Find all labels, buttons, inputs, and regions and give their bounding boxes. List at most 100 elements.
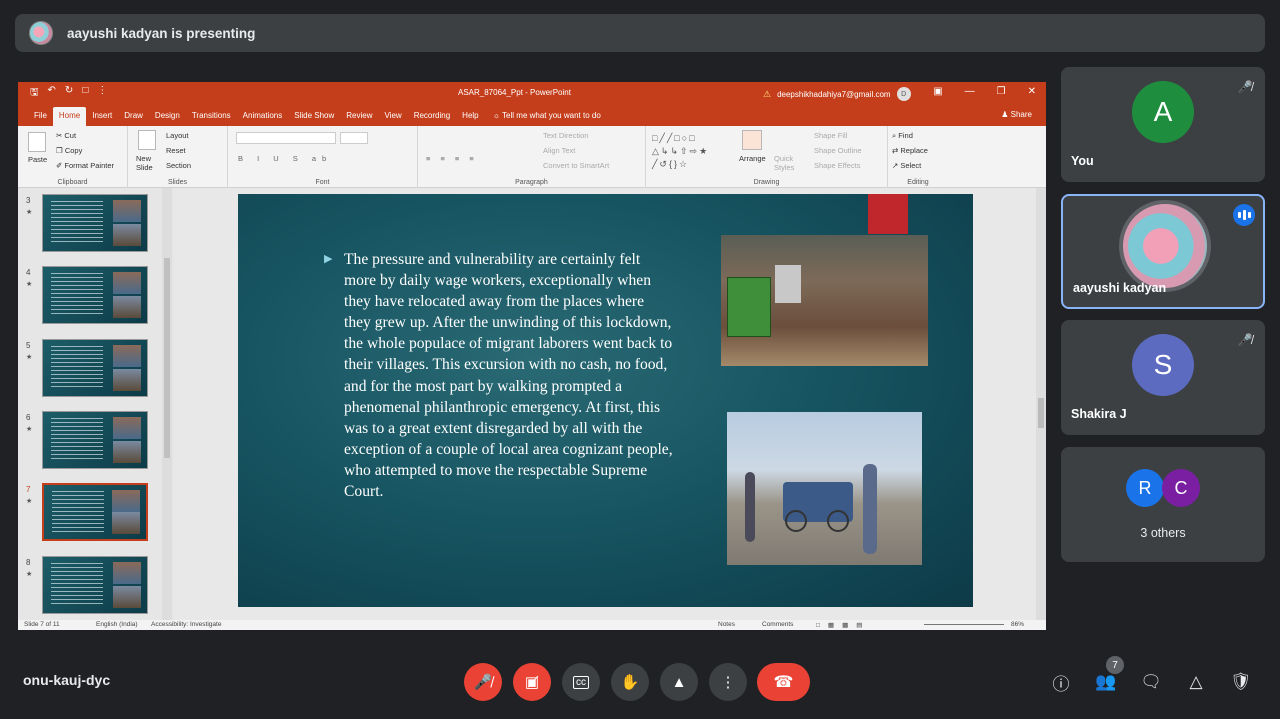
thumbnail-slide-8[interactable]: 8 ★ <box>18 554 174 616</box>
format-painter-button[interactable]: ✐ Format Painter <box>56 161 114 170</box>
redo-icon[interactable]: ↻ <box>65 85 73 102</box>
captions-button[interactable]: cc <box>562 663 600 701</box>
font-size-select[interactable] <box>340 132 368 144</box>
align-text-button[interactable]: Align Text <box>543 146 575 155</box>
accessibility-status[interactable]: Accessibility: Investigate <box>151 621 221 628</box>
align-buttons[interactable]: ≡ ≡ ≡ ≡ <box>426 154 478 163</box>
participant-tile-others[interactable]: R C 3 others <box>1061 447 1265 562</box>
cut-button[interactable]: ✂ Cut <box>56 131 76 140</box>
account-email[interactable]: deepshikhadahiya7@gmail.com <box>777 90 891 99</box>
shape-outline-button[interactable]: Shape Outline <box>814 146 862 155</box>
host-controls-button[interactable]: 🛡 <box>1227 668 1255 696</box>
tab-home[interactable]: Home <box>52 107 87 126</box>
convert-smartart-button[interactable]: Convert to SmartArt <box>543 161 609 170</box>
thumbnail-slide-4[interactable]: 4 ★ <box>18 264 174 326</box>
bullet-arrow-icon: ▶ <box>324 253 333 265</box>
meeting-details-button[interactable]: ⓘ <box>1047 668 1075 696</box>
thumbnail-image-selected[interactable] <box>42 483 148 541</box>
thumbnail-slide-7[interactable]: 7 ★ <box>18 481 174 543</box>
participant-tile-you[interactable]: A 🎤̸ You <box>1061 67 1265 182</box>
share-button[interactable]: ♟ Share <box>1001 110 1032 119</box>
tab-help[interactable]: Help <box>456 111 484 126</box>
leave-call-button[interactable]: ☎ <box>757 663 810 701</box>
shape-effects-button[interactable]: Shape Effects <box>814 161 861 170</box>
crowd-buses-photo[interactable] <box>721 235 928 366</box>
zoom-slider[interactable] <box>924 624 1004 625</box>
undo-icon[interactable]: ↶ <box>48 85 56 102</box>
tab-slide-show[interactable]: Slide Show <box>288 111 340 126</box>
more-options-button[interactable]: ⋮ <box>709 663 747 701</box>
slide-body-text[interactable]: ▶ The pressure and vulnerability are cer… <box>324 249 674 502</box>
camera-toggle-button[interactable]: ▣̸ <box>513 663 551 701</box>
speaking-indicator-icon <box>1233 204 1255 226</box>
participant-tile-aayushi[interactable]: aayushi kadyan <box>1061 194 1265 309</box>
thumbnail-scrollbar[interactable] <box>162 188 172 620</box>
thumbnail-image[interactable] <box>42 194 148 252</box>
shapes-gallery[interactable]: □╱╱□○□ △↳↳⇧⇨★ ╱↺{}☆ <box>652 132 732 170</box>
ribbon-display-icon[interactable]: ▣ <box>933 86 942 97</box>
tell-me-box[interactable]: ☼ Tell me what you want to do <box>493 111 601 126</box>
restore-icon[interactable]: ❐ <box>997 86 1006 97</box>
chat-button[interactable]: 🗨 <box>1137 668 1165 696</box>
mic-toggle-button[interactable]: 🎤̸ <box>464 663 502 701</box>
thumbnail-image[interactable] <box>42 266 148 324</box>
font-format-buttons[interactable]: B I U S ab <box>238 154 332 163</box>
zoom-level[interactable]: 86% <box>1011 621 1024 628</box>
comments-button[interactable]: Comments <box>762 621 793 628</box>
tab-draw[interactable]: Draw <box>118 111 149 126</box>
thumbnail-image[interactable] <box>42 339 148 397</box>
raise-hand-button[interactable]: ✋ <box>611 663 649 701</box>
new-slide-button[interactable]: New Slide <box>136 154 160 172</box>
ribbon: Paste ✂ Cut ❐ Copy ✐ Format Painter Clip… <box>18 126 1046 188</box>
reset-button[interactable]: Reset <box>166 146 186 155</box>
tab-insert[interactable]: Insert <box>86 111 118 126</box>
quick-styles-button[interactable]: Quick Styles <box>774 154 802 172</box>
select-button[interactable]: ↗ Select <box>892 161 921 170</box>
thumbnail-number: 4 <box>26 268 31 277</box>
arrange-button[interactable]: Arrange <box>739 154 766 163</box>
slide-scrollbar[interactable] <box>1036 188 1046 620</box>
section-button[interactable]: Section <box>166 161 191 170</box>
migrants-cart-photo[interactable] <box>727 412 922 565</box>
new-slide-icon[interactable] <box>138 130 156 150</box>
participant-tile-shakira[interactable]: S 🎤̸ Shakira J <box>1061 320 1265 435</box>
tab-file[interactable]: File <box>28 111 53 126</box>
notes-button[interactable]: Notes <box>718 621 735 628</box>
copy-button[interactable]: ❐ Copy <box>56 146 82 155</box>
star-icon: ★ <box>26 281 33 288</box>
lightbulb-icon: ☼ <box>492 111 500 120</box>
thumbnail-slide-6[interactable]: 6 ★ <box>18 409 174 471</box>
activities-button[interactable]: △ <box>1182 668 1210 696</box>
shared-screen: 🖫 ↶ ↻ □ ⋮ ASAR_87064_Ppt - PowerPoint ⚠ … <box>18 82 1046 630</box>
tab-animations[interactable]: Animations <box>237 111 289 126</box>
thumbnail-image[interactable] <box>42 556 148 614</box>
tab-view[interactable]: View <box>379 111 408 126</box>
customize-toolbar-icon[interactable]: ⋮ <box>97 85 107 102</box>
view-buttons[interactable]: □▦▩▤ <box>816 621 870 629</box>
presenting-text: aayushi kadyan is presenting <box>67 25 256 41</box>
thumbnail-slide-5[interactable]: 5 ★ <box>18 337 174 399</box>
account-avatar[interactable]: D <box>896 87 911 101</box>
save-icon[interactable]: 🖫 <box>30 85 39 102</box>
minimize-icon[interactable]: — <box>965 86 975 97</box>
thumbnail-slide-3[interactable]: 3 ★ <box>18 192 174 254</box>
close-icon[interactable]: ✕ <box>1028 86 1036 97</box>
shape-fill-button[interactable]: Shape Fill <box>814 131 847 140</box>
tab-design[interactable]: Design <box>149 111 186 126</box>
font-family-select[interactable] <box>236 132 336 144</box>
find-button[interactable]: ⌕ Find <box>892 131 913 141</box>
arrange-icon[interactable] <box>742 130 762 150</box>
tab-review[interactable]: Review <box>340 111 378 126</box>
paste-button[interactable]: Paste <box>28 155 47 164</box>
start-slideshow-icon[interactable]: □ <box>82 85 88 102</box>
text-direction-button[interactable]: Text Direction <box>543 131 588 140</box>
thumbnail-image[interactable] <box>42 411 148 469</box>
replace-button[interactable]: ⇄ Replace <box>892 146 928 155</box>
current-slide[interactable]: ▶ The pressure and vulnerability are cer… <box>238 194 973 607</box>
tab-recording[interactable]: Recording <box>408 111 456 126</box>
language-status[interactable]: English (India) <box>96 621 138 628</box>
tab-transitions[interactable]: Transitions <box>186 111 237 126</box>
present-button[interactable]: ▲ <box>660 663 698 701</box>
layout-button[interactable]: Layout <box>166 131 189 140</box>
paste-icon[interactable] <box>28 132 46 152</box>
